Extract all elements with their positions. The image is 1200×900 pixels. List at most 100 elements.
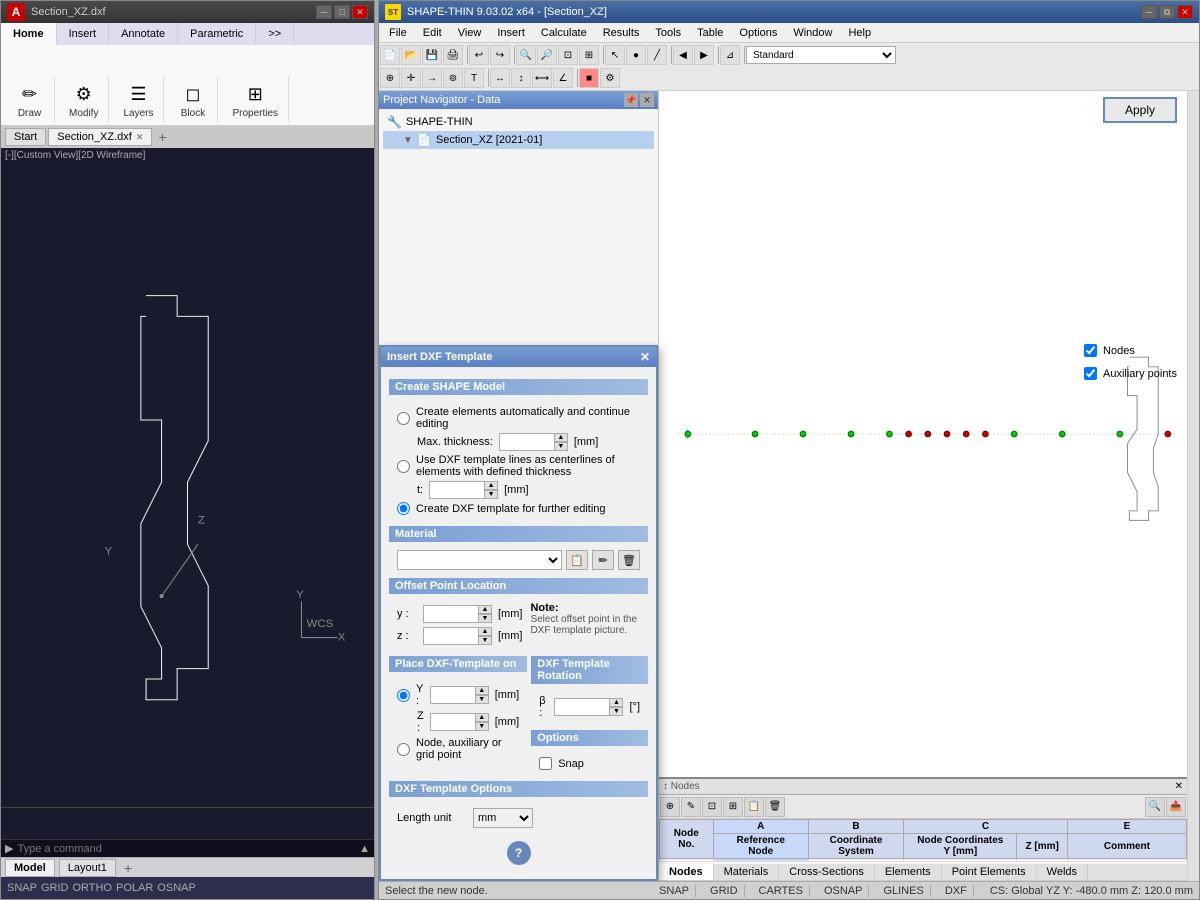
cartes-status[interactable]: CARTES	[753, 885, 810, 897]
osnap-toggle[interactable]: OSNAP	[157, 882, 196, 894]
material-browse-button[interactable]: 📋	[566, 550, 588, 570]
tab-insert[interactable]: Insert	[57, 23, 110, 45]
place-y-input[interactable]: 0.0	[430, 686, 475, 704]
apply-button[interactable]: Apply	[1103, 97, 1177, 123]
tab-point-elements[interactable]: Point Elements	[942, 864, 1037, 880]
spinner-up-py[interactable]: ▲	[475, 686, 489, 695]
pn-item-section[interactable]: ▼ 📄 Section_XZ [2021-01]	[383, 131, 654, 149]
model-tab[interactable]: Model	[5, 859, 55, 877]
tool-text[interactable]: T	[464, 68, 484, 88]
new-layout-button[interactable]: +	[120, 860, 136, 876]
tab-nodes[interactable]: Nodes	[659, 864, 714, 880]
minimize-button[interactable]: ─	[316, 5, 332, 19]
osnap-status[interactable]: OSNAP	[818, 885, 870, 897]
block-button[interactable]: ◻ Block	[175, 78, 211, 121]
tab-more[interactable]: >>	[256, 23, 294, 45]
max-thickness-input[interactable]	[499, 433, 554, 451]
nodes-checkbox[interactable]	[1084, 344, 1097, 357]
tab-home[interactable]: Home	[1, 23, 57, 45]
nodes-close-icon[interactable]: ✕	[1175, 781, 1183, 792]
ortho-toggle[interactable]: ORTHO	[72, 882, 112, 894]
new-tab-button[interactable]: +	[154, 129, 170, 145]
bp-tool-2[interactable]: ✎	[681, 797, 701, 817]
tab-elements[interactable]: Elements	[875, 864, 942, 880]
menu-file[interactable]: File	[381, 25, 415, 41]
tool-settings[interactable]: ⚙	[600, 68, 620, 88]
radio-node[interactable]	[397, 743, 410, 756]
bp-tool-export[interactable]: 📤	[1166, 797, 1186, 817]
bp-tool-3[interactable]: ⊡	[702, 797, 722, 817]
maximize-button[interactable]: □	[334, 5, 350, 19]
tool-cursor[interactable]: ⊕	[380, 68, 400, 88]
tool-dim-a[interactable]: ∠	[553, 68, 573, 88]
beta-input[interactable]: 0.00	[554, 698, 609, 716]
spinner-down-t[interactable]: ▼	[484, 490, 498, 499]
bp-tool-filter[interactable]: 🔍	[1145, 797, 1165, 817]
tool-snap-node[interactable]: ⊚	[443, 68, 463, 88]
menu-help[interactable]: Help	[840, 25, 879, 41]
tool-3d[interactable]: ⊿	[720, 45, 740, 65]
close-button[interactable]: ✕	[352, 5, 368, 19]
tool-undo[interactable]: ↩	[469, 45, 489, 65]
menu-view[interactable]: View	[450, 25, 490, 41]
tool-open[interactable]: 📂	[401, 45, 421, 65]
bp-tool-1[interactable]: ⊕	[660, 797, 680, 817]
radio-further-editing[interactable]	[397, 502, 410, 515]
menu-options[interactable]: Options	[731, 25, 785, 41]
tool-zoom-select[interactable]: ⊞	[579, 45, 599, 65]
tool-arrow-r[interactable]: →	[422, 68, 442, 88]
tab-annotate[interactable]: Annotate	[109, 23, 178, 45]
vertical-scrollbar[interactable]	[1187, 91, 1199, 881]
spinner-up-pz[interactable]: ▲	[475, 713, 489, 722]
tab-welds[interactable]: Welds	[1037, 864, 1088, 880]
grid-toggle[interactable]: GRID	[41, 882, 69, 894]
menu-window[interactable]: Window	[785, 25, 840, 41]
draw-button[interactable]: ✏ Draw	[12, 78, 48, 121]
menu-table[interactable]: Table	[689, 25, 731, 41]
tool-zoom-out[interactable]: 🔎	[537, 45, 557, 65]
menu-tools[interactable]: Tools	[647, 25, 689, 41]
tool-line[interactable]: ╱	[647, 45, 667, 65]
tool-dim-v[interactable]: ↕	[511, 68, 531, 88]
spinner-down-oz[interactable]: ▼	[478, 636, 492, 645]
tool-save[interactable]: 💾	[422, 45, 442, 65]
spinner-down-py[interactable]: ▼	[475, 695, 489, 704]
spinner-down-beta[interactable]: ▼	[609, 707, 623, 716]
dxf-status[interactable]: DXF	[939, 885, 974, 897]
spinner-up-max[interactable]: ▲	[554, 433, 568, 442]
spinner-up-beta[interactable]: ▲	[609, 698, 623, 707]
tab-cross-sections[interactable]: Cross-Sections	[779, 864, 875, 880]
tool-dim-d[interactable]: ⟷	[532, 68, 552, 88]
st-restore-button[interactable]: ⧉	[1159, 5, 1175, 19]
aux-points-checkbox[interactable]	[1084, 367, 1097, 380]
tool-dim-h[interactable]: ↔	[490, 68, 510, 88]
material-edit-button[interactable]: ✏	[592, 550, 614, 570]
glines-status[interactable]: GLINES	[877, 885, 930, 897]
snap-checkbox[interactable]	[539, 757, 552, 770]
tool-zoom-fit[interactable]: ⊡	[558, 45, 578, 65]
tool-zoom-in[interactable]: 🔍	[516, 45, 536, 65]
tab-close-icon[interactable]: ✕	[136, 132, 144, 143]
spinner-up-oz[interactable]: ▲	[478, 627, 492, 636]
tool-new[interactable]: 📄	[380, 45, 400, 65]
pn-pin-button[interactable]: 📌	[624, 93, 638, 107]
spinner-up-oy[interactable]: ▲	[478, 605, 492, 614]
spinner-down-pz[interactable]: ▼	[475, 722, 489, 731]
radio-centerlines[interactable]	[397, 460, 410, 473]
st-close-button[interactable]: ✕	[1177, 5, 1193, 19]
spinner-up-t[interactable]: ▲	[484, 481, 498, 490]
snap-status[interactable]: SNAP	[653, 885, 696, 897]
view-dropdown[interactable]: Standard	[746, 46, 896, 64]
st-minimize-button[interactable]: ─	[1141, 5, 1157, 19]
material-select[interactable]	[397, 550, 562, 570]
dialog-close-button[interactable]: ✕	[640, 350, 650, 364]
offset-z-input[interactable]: 0.0	[423, 627, 478, 645]
menu-edit[interactable]: Edit	[415, 25, 450, 41]
tool-node[interactable]: ●	[626, 45, 646, 65]
menu-results[interactable]: Results	[595, 25, 648, 41]
radio-auto-create[interactable]	[397, 412, 410, 425]
polar-toggle[interactable]: POLAR	[116, 882, 153, 894]
tab-materials[interactable]: Materials	[714, 864, 780, 880]
place-z-input[interactable]: 0.0	[430, 713, 475, 731]
bp-tool-5[interactable]: 📋	[744, 797, 764, 817]
